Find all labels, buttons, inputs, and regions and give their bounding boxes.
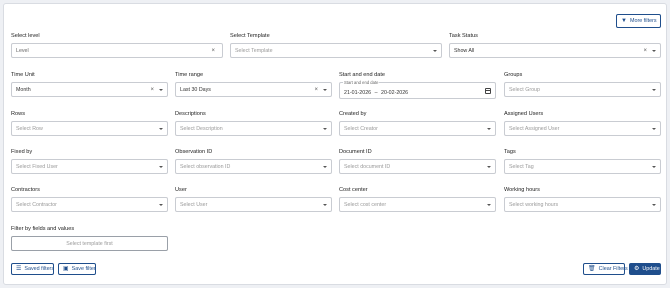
chevron-down-icon xyxy=(487,203,491,206)
save-icon: ▣ xyxy=(63,266,69,272)
document-id-select[interactable]: Select document ID xyxy=(339,159,496,174)
save-filter-button[interactable]: ▣ Save filter xyxy=(58,263,96,275)
date-separator: – xyxy=(374,89,378,96)
working-hours-select[interactable]: Select working hours xyxy=(504,197,661,212)
tags-label: Tags xyxy=(504,149,516,155)
template-select[interactable]: Select Template xyxy=(230,43,442,58)
rows-label: Rows xyxy=(11,111,25,117)
working-hours-label: Working hours xyxy=(504,187,540,193)
start-date: 21-01-2026 xyxy=(344,89,372,96)
gear-icon: ⚙ xyxy=(634,266,640,272)
more-filters-button[interactable]: ▼ More filters xyxy=(616,14,661,28)
level-select[interactable]: Level × xyxy=(11,43,223,58)
clear-icon[interactable]: × xyxy=(314,87,318,93)
groups-label: Groups xyxy=(504,72,523,78)
date-range-legend: Start and end date xyxy=(343,80,380,85)
clear-filters-button[interactable]: 🗑︎ Clear Filters xyxy=(583,263,628,275)
descriptions-select[interactable]: Select Description xyxy=(175,121,332,136)
end-date: 20-02-2026 xyxy=(381,89,409,96)
chevron-down-icon xyxy=(323,127,327,130)
time-range-select[interactable]: Last 30 Days × xyxy=(175,82,332,97)
time-unit-label: Time Unit xyxy=(11,72,35,78)
chevron-down-icon xyxy=(652,165,656,168)
chevron-down-icon xyxy=(323,88,327,91)
observation-id-select[interactable]: Select observation ID xyxy=(175,159,332,174)
task-status-select[interactable]: Show All × xyxy=(449,43,661,58)
level-label: Select level xyxy=(11,33,40,39)
update-button[interactable]: ⚙ Update xyxy=(629,263,661,275)
document-id-label: Document ID xyxy=(339,149,372,155)
observation-id-label: Observation ID xyxy=(175,149,213,155)
contractors-label: Contractors xyxy=(11,187,40,193)
filter-icon: ▼ xyxy=(621,18,627,24)
contractors-select[interactable]: Select Contractor xyxy=(11,197,168,212)
chevron-down-icon xyxy=(652,88,656,91)
filter-panel: ▼ More filters Select level Level × Sele… xyxy=(3,3,667,285)
calendar-icon[interactable] xyxy=(485,87,491,94)
filter-by-fields-label: Filter by fields and values xyxy=(11,226,75,232)
chevron-down-icon xyxy=(159,88,163,91)
chevron-down-icon xyxy=(159,127,163,130)
chevron-down-icon xyxy=(323,165,327,168)
fixed-by-label: Fixed by xyxy=(11,149,33,155)
chevron-down-icon xyxy=(323,203,327,206)
chevron-down-icon xyxy=(159,203,163,206)
time-unit-select[interactable]: Month × xyxy=(11,82,168,97)
clear-icon[interactable]: × xyxy=(643,48,647,54)
created-by-select[interactable]: Select Creator xyxy=(339,121,496,136)
fixed-by-select[interactable]: Select Fixed User xyxy=(11,159,168,174)
chevron-down-icon xyxy=(433,49,437,52)
chevron-down-icon xyxy=(487,127,491,130)
template-label: Select Template xyxy=(230,33,270,39)
time-range-label: Time range xyxy=(175,72,204,78)
chevron-down-icon xyxy=(159,165,163,168)
dates-label: Start and end date xyxy=(339,72,386,78)
filter-by-fields-input[interactable]: Select template first xyxy=(11,236,168,251)
saved-filters-button[interactable]: ☰ Saved filters xyxy=(11,263,54,275)
list-icon: ☰ xyxy=(16,266,22,272)
cost-center-label: Cost center xyxy=(339,187,368,193)
chevron-down-icon xyxy=(652,49,656,52)
cost-center-select[interactable]: Select cost center xyxy=(339,197,496,212)
assigned-users-select[interactable]: Select Assigned User xyxy=(504,121,661,136)
trash-icon: 🗑︎ xyxy=(588,266,596,272)
task-status-label: Task Status xyxy=(449,33,478,39)
clear-icon[interactable]: × xyxy=(211,48,215,54)
user-label: User xyxy=(175,187,187,193)
user-select[interactable]: Select User xyxy=(175,197,332,212)
assigned-users-label: Assigned Users xyxy=(504,111,544,117)
chevron-down-icon xyxy=(652,203,656,206)
created-by-label: Created by xyxy=(339,111,367,117)
groups-select[interactable]: Select Group xyxy=(504,82,661,97)
tags-select[interactable]: Select Tag xyxy=(504,159,661,174)
clear-icon[interactable]: × xyxy=(150,87,154,93)
chevron-down-icon xyxy=(652,127,656,130)
chevron-down-icon xyxy=(487,165,491,168)
descriptions-label: Descriptions xyxy=(175,111,206,117)
rows-select[interactable]: Select Row xyxy=(11,121,168,136)
